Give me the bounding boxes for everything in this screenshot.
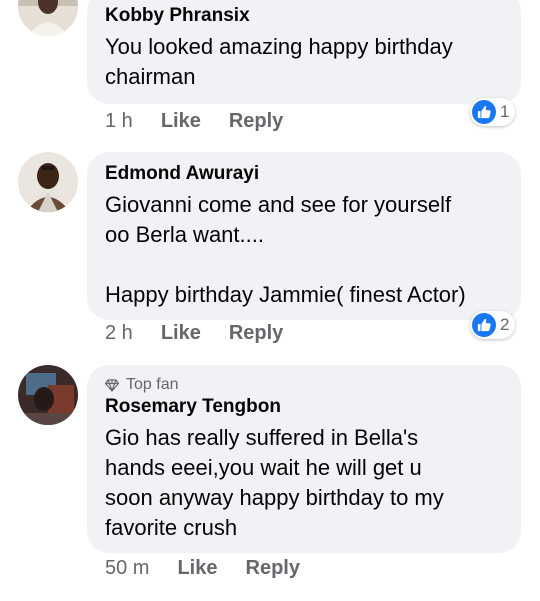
like-reaction-icon [472, 100, 496, 124]
avatar[interactable] [18, 365, 78, 425]
comment-bubble: Edmond Awurayi Giovanni come and see for… [87, 152, 521, 320]
like-reaction-icon [472, 313, 496, 337]
reaction-count-label: 2 [500, 315, 510, 334]
like-button[interactable]: Like [177, 557, 217, 580]
like-button[interactable]: Like [161, 322, 201, 345]
timestamp[interactable]: 50 m [105, 557, 149, 580]
avatar[interactable] [18, 0, 78, 36]
comment-author[interactable]: Edmond Awurayi [105, 162, 503, 186]
reaction-count[interactable]: 2 [470, 311, 516, 339]
reply-button[interactable]: Reply [229, 322, 283, 345]
comment-text: You looked amazing happy birthday chairm… [105, 34, 453, 89]
reaction-count-label: 1 [500, 102, 510, 121]
comment-author[interactable]: Kobby Phransix [105, 4, 503, 28]
top-fan-label: Top fan [126, 376, 179, 393]
timestamp[interactable]: 1 h [105, 110, 133, 133]
comment-actions: 1 h Like Reply [105, 110, 311, 133]
reaction-count[interactable]: 1 [470, 98, 516, 126]
comment-text: Gio has really suffered in Bella's hands… [105, 425, 444, 540]
diamond-icon [105, 378, 119, 392]
avatar[interactable] [18, 152, 78, 212]
timestamp[interactable]: 2 h [105, 322, 133, 345]
like-button[interactable]: Like [161, 110, 201, 133]
comment-bubble: Top fan Rosemary Tengbon Gio has really … [87, 365, 521, 553]
reply-button[interactable]: Reply [229, 110, 283, 133]
reply-button[interactable]: Reply [246, 557, 300, 580]
top-fan-badge: Top fan [105, 375, 503, 395]
comment-actions: 2 h Like Reply [105, 322, 311, 345]
comment-author[interactable]: Rosemary Tengbon [105, 395, 503, 419]
comment-bubble: Kobby Phransix You looked amazing happy … [87, 0, 521, 104]
comment-text: Giovanni come and see for yourself oo Be… [105, 192, 466, 307]
comment-actions: 50 m Like Reply [105, 557, 328, 580]
